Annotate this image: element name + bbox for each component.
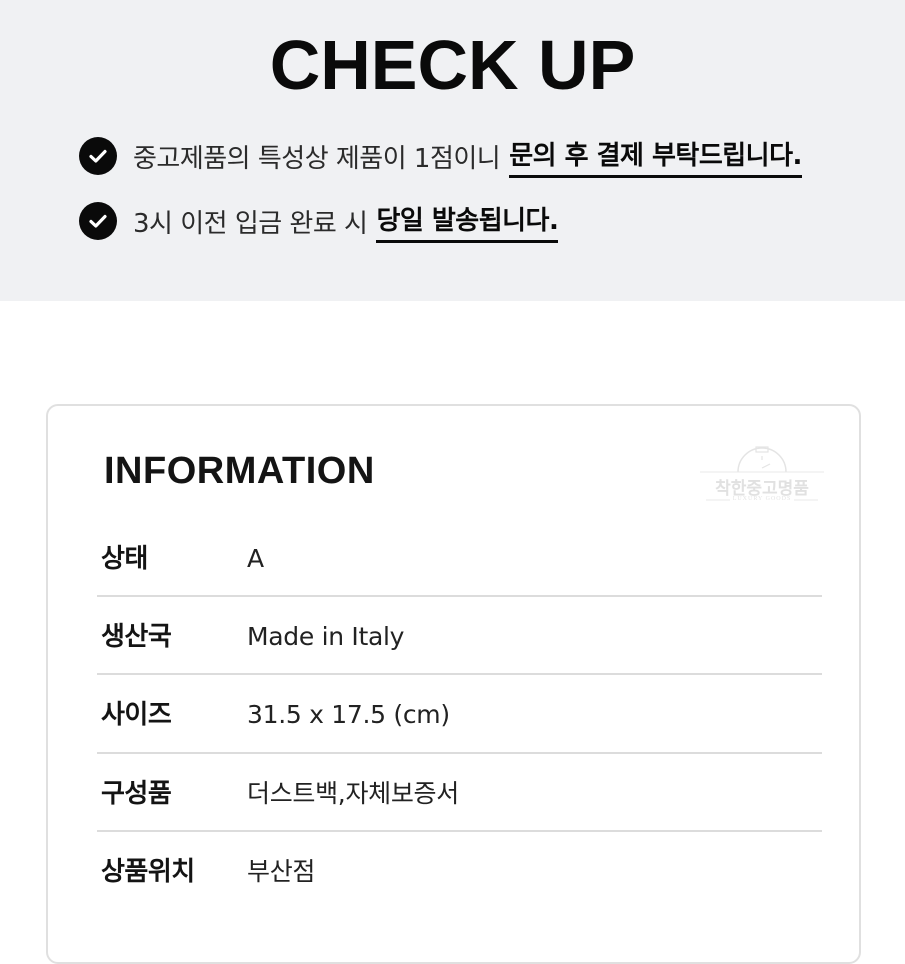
info-row-size: 사이즈 31.5 x 17.5 (cm) [97, 676, 822, 754]
check-circle-icon [79, 137, 117, 175]
notice-text: 3시 이전 입금 완료 시 [133, 208, 368, 239]
checkup-title: CHECK UP [269, 26, 636, 104]
check-circle-icon [79, 202, 117, 240]
info-value: 31.5 x 17.5 (cm) [247, 700, 450, 729]
info-row-condition: 상태 A [97, 520, 822, 598]
row-divider [97, 752, 822, 754]
checkup-section: CHECK UP 중고제품의 특성상 제품이 1점이니 문의 후 결제 부탁드립… [0, 0, 905, 301]
row-divider [97, 673, 822, 675]
information-title: INFORMATION [104, 450, 375, 492]
info-row-origin: 생산국 Made in Italy [97, 598, 822, 676]
notice-item: 중고제품의 특성상 제품이 1점이니 문의 후 결제 부탁드립니다. [79, 136, 802, 178]
info-value: 더스트백,자체보증서 [247, 779, 459, 808]
info-value: Made in Italy [247, 622, 405, 651]
info-value: A [247, 544, 264, 573]
notice-item: 3시 이전 입금 완료 시 당일 발송됩니다. [79, 201, 559, 243]
notice-text: 중고제품의 특성상 제품이 1점이니 [133, 143, 501, 174]
notice-emphasis: 문의 후 결제 부탁드립니다. [509, 140, 802, 178]
brand-watermark: 착한중고명품 LUXURY GOODS [700, 446, 824, 506]
info-value: 부산점 [247, 857, 316, 886]
info-label: 상태 [101, 544, 148, 574]
info-row-location: 상품위치 부산점 [97, 833, 822, 911]
info-label: 사이즈 [101, 700, 172, 730]
notice-emphasis: 당일 발송됩니다. [376, 205, 559, 243]
row-divider [97, 830, 822, 832]
info-label: 구성품 [101, 779, 172, 809]
info-label: 상품위치 [101, 857, 195, 887]
info-row-components: 구성품 더스트백,자체보증서 [97, 755, 822, 833]
watermark-subtitle: LUXURY GOODS [732, 496, 792, 502]
row-divider [97, 595, 822, 597]
info-label: 생산국 [101, 622, 172, 652]
